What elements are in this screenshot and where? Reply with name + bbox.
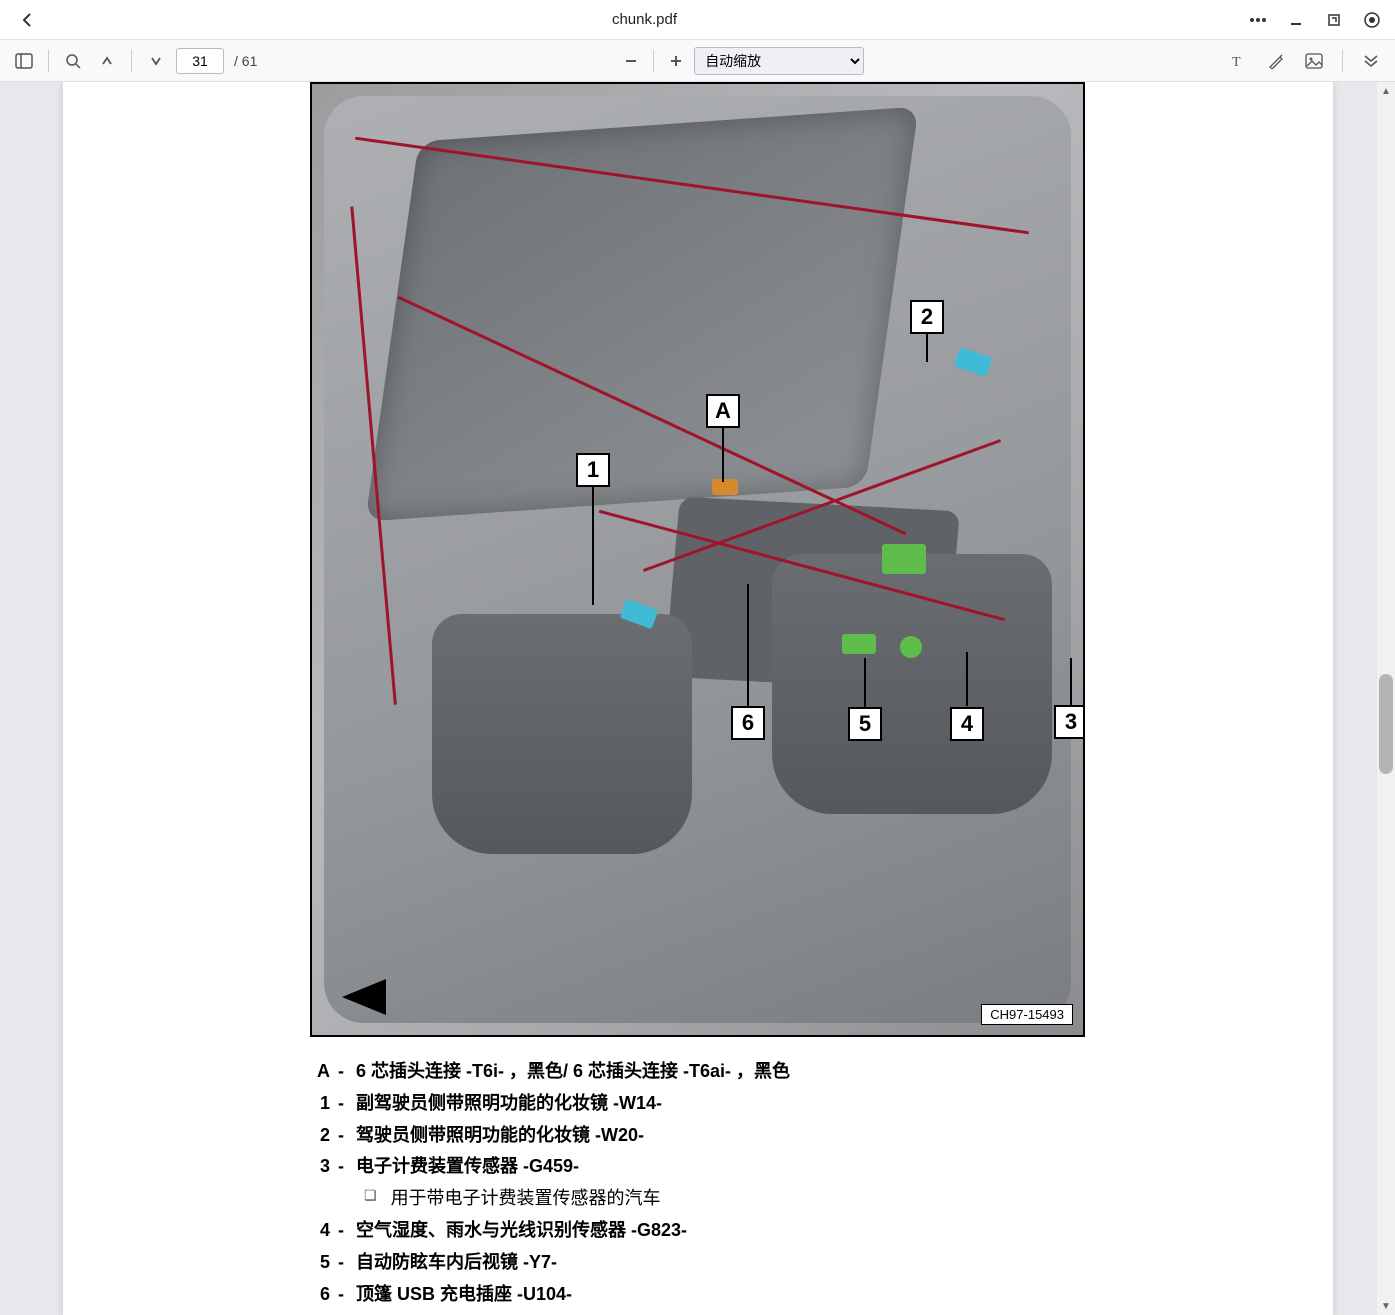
search-button[interactable] [59,47,87,75]
maximize-button[interactable] [1323,9,1345,31]
text-tool-button[interactable]: T [1224,47,1252,75]
legend-row-3: 3 - 电子计费装置传感器 -G459- [310,1152,1085,1181]
pdf-page: A 1 2 3 4 5 6 CH97-15493 A - 6 芯插头连接 -T6… [63,82,1333,1315]
legend-row-4: 4 - 空气湿度、雨水与光线识别传感器 -G823- [310,1216,1085,1245]
scroll-up-icon[interactable]: ▲ [1377,82,1395,100]
more-button[interactable] [1247,9,1269,31]
direction-arrow-icon [342,979,386,1015]
zoom-select[interactable]: 自动缩放 [694,47,864,75]
minimize-button[interactable] [1285,9,1307,31]
callout-3: 3 [1054,705,1085,739]
scroll-down-icon[interactable]: ▼ [1377,1297,1395,1315]
sidebar-toggle-button[interactable] [10,47,38,75]
callout-A: A [706,394,740,428]
diagram-id-label: CH97-15493 [981,1004,1073,1025]
titlebar: chunk.pdf [0,0,1395,40]
zoom-out-button[interactable] [617,47,645,75]
image-tool-button[interactable] [1300,47,1328,75]
legend-row-2: 2 - 驾驶员侧带照明功能的化妆镜 -W20- [310,1121,1085,1150]
callout-1: 1 [576,453,610,487]
legend-row-1: 1 - 副驾驶员侧带照明功能的化妆镜 -W14- [310,1089,1085,1118]
wiring-diagram-figure: A 1 2 3 4 5 6 CH97-15493 [310,82,1085,1037]
callout-4: 4 [950,707,984,741]
tools-overflow-button[interactable] [1357,47,1385,75]
record-button[interactable] [1361,9,1383,31]
legend-row-5: 5 - 自动防眩车内后视镜 -Y7- [310,1248,1085,1277]
page-total-label: / 61 [234,53,257,69]
window-title: chunk.pdf [42,11,1247,28]
callout-2: 2 [910,300,944,334]
pdf-viewport[interactable]: A 1 2 3 4 5 6 CH97-15493 A - 6 芯插头连接 -T6… [0,82,1395,1315]
legend-row-A: A - 6 芯插头连接 -T6i- ，黑色/ 6 芯插头连接 -T6ai- ，黑… [310,1057,1085,1086]
svg-text:T: T [1232,55,1241,69]
prev-page-button[interactable] [93,47,121,75]
callout-5: 5 [848,707,882,741]
legend-row-3-sub: 用于带电子计费装置传感器的汽车 [364,1184,1085,1213]
page-number-input[interactable] [176,48,224,74]
back-button[interactable] [12,12,42,28]
legend: A - 6 芯插头连接 -T6i- ，黑色/ 6 芯插头连接 -T6ai- ，黑… [310,1057,1085,1308]
callout-6: 6 [731,706,765,740]
scroll-thumb[interactable] [1379,674,1393,774]
draw-tool-button[interactable] [1262,47,1290,75]
pdf-toolbar: / 61 自动缩放 T [0,40,1395,82]
vertical-scrollbar[interactable]: ▲ ▼ [1377,82,1395,1315]
zoom-in-button[interactable] [662,47,690,75]
next-page-button[interactable] [142,47,170,75]
legend-row-6: 6 - 顶篷 USB 充电插座 -U104- [310,1280,1085,1309]
